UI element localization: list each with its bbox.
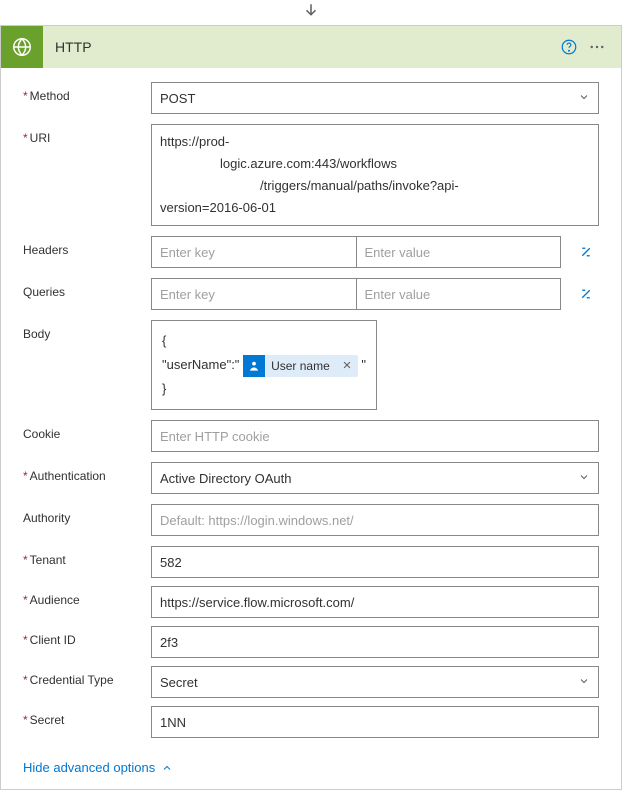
headers-value-input[interactable] (357, 237, 561, 267)
method-label: *Method (23, 82, 151, 103)
hide-advanced-link[interactable]: Hide advanced options (1, 750, 621, 789)
secret-input[interactable] (151, 706, 599, 738)
credentialtype-label: *Credential Type (23, 666, 151, 687)
card-title: HTTP (55, 39, 555, 55)
headers-pair (151, 236, 561, 268)
queries-value-input[interactable] (357, 279, 561, 309)
chevron-up-icon (161, 762, 173, 774)
secret-label: *Secret (23, 706, 151, 727)
toggle-queries-mode-button[interactable] (573, 281, 599, 307)
queries-label: Queries (23, 278, 151, 299)
method-select[interactable]: POST (151, 82, 599, 114)
method-value: POST (160, 91, 195, 106)
headers-label: Headers (23, 236, 151, 257)
audience-label: *Audience (23, 586, 151, 607)
headers-key-input[interactable] (152, 237, 356, 267)
body-input[interactable]: { "userName":" User name " (151, 320, 377, 410)
authentication-label: *Authentication (23, 462, 151, 483)
chevron-down-icon (578, 471, 590, 486)
authentication-select[interactable]: Active Directory OAuth (151, 462, 599, 494)
authority-input[interactable] (151, 504, 599, 536)
uri-input[interactable]: https://prod- logic.azure.com:443/workfl… (151, 124, 599, 226)
authentication-value: Active Directory OAuth (160, 471, 292, 486)
audience-input[interactable] (151, 586, 599, 618)
credentialtype-value: Secret (160, 675, 198, 690)
more-actions-button[interactable] (583, 33, 611, 61)
toggle-headers-mode-button[interactable] (573, 239, 599, 265)
card-header: HTTP (1, 26, 621, 68)
chevron-down-icon (578, 675, 590, 690)
queries-key-input[interactable] (152, 279, 356, 309)
authority-label: Authority (23, 504, 151, 525)
tenant-label: *Tenant (23, 546, 151, 567)
token-label: User name (265, 354, 336, 378)
token-remove-button[interactable] (336, 354, 358, 378)
queries-pair (151, 278, 561, 310)
person-icon (243, 355, 265, 377)
cookie-label: Cookie (23, 420, 151, 441)
help-button[interactable] (555, 33, 583, 61)
body-label: Body (23, 320, 151, 341)
clientid-label: *Client ID (23, 626, 151, 647)
username-token[interactable]: User name (243, 355, 358, 377)
http-globe-icon (1, 26, 43, 68)
chevron-down-icon (578, 91, 590, 106)
incoming-arrow-icon (0, 0, 622, 25)
tenant-input[interactable] (151, 546, 599, 578)
uri-label: *URI (23, 124, 151, 145)
http-action-card: HTTP *Method POST *URI https://prod- log… (0, 25, 622, 790)
credentialtype-select[interactable]: Secret (151, 666, 599, 698)
cookie-input[interactable] (151, 420, 599, 452)
clientid-input[interactable] (151, 626, 599, 658)
